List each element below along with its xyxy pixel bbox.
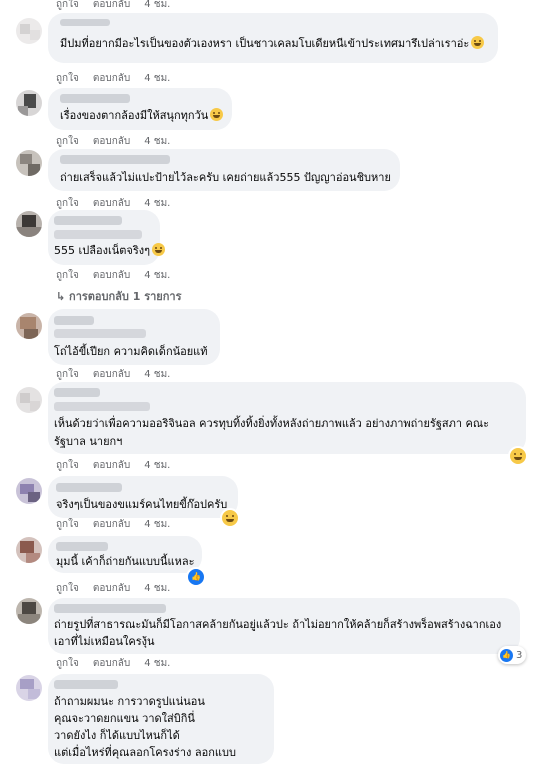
like-button[interactable]: ถูกใจ — [56, 136, 79, 147]
timestamp: 4 ชม. — [144, 519, 171, 530]
comment-bubble: มุมนี้ เค้าก็ถ่ายกันแบบนี้แหละ — [48, 536, 202, 573]
comment-text: 555 เปลืองเน็ตจริงๆ — [54, 242, 166, 260]
commenter-name-line2 — [54, 402, 150, 411]
comment-actions: ถูกใจ ตอบกลับ 4 ชม. — [56, 367, 170, 382]
commenter-name[interactable] — [60, 19, 110, 26]
avatar[interactable] — [16, 18, 42, 44]
comment-actions-top: ถูกใจ ตอบกลับ 4 ชม. — [56, 0, 170, 12]
comment-text: เอาที่ไม่เหมือนใครงุ้น — [54, 635, 155, 648]
comment-text: ถ้าถามผมนะ การวาดรูปแน่นอน — [54, 695, 205, 708]
avatar[interactable] — [16, 598, 42, 624]
avatar[interactable] — [16, 675, 42, 701]
comment-text: แต่เมื่อไหร่ที่คุณลอกโครงร่าง ลอกแบบ — [54, 746, 236, 759]
comment-bubble: มีปมที่อยากมีอะไรเป็นของตัวเองหรา เป็นชา… — [48, 13, 498, 63]
comment-bubble: เรื่องของตากล้องมีให้สนุกทุกวัน — [48, 88, 232, 130]
comment-text: มีปมที่อยากมีอะไรเป็นของตัวเองหรา เป็นชา… — [60, 35, 485, 53]
reply-button[interactable]: ตอบกลับ — [93, 73, 130, 84]
timestamp: 4 ชม. — [144, 198, 171, 209]
like-button[interactable]: ถูกใจ — [56, 583, 79, 594]
commenter-name[interactable] — [54, 216, 122, 225]
avatar[interactable] — [16, 478, 42, 504]
comment-bubble: ถ้าถามผมนะ การวาดรูปแน่นอน คุณจะวาดยกแขน… — [48, 674, 274, 764]
reaction-count: 3 — [516, 649, 523, 661]
comment-bubble: โถ่ไอ้ขี้เปียก ความคิดเด็กน้อยแท้ — [48, 309, 220, 365]
comment-text: รัฐบาล นายกฯ — [54, 435, 123, 448]
like-button[interactable]: ถูกใจ — [56, 270, 79, 281]
comment-text: เห็นด้วยว่าเพื่อความออริจินอล ควรทุบทิ้ง… — [54, 417, 489, 430]
comment-text: ถ่ายรูปที่สาธารณะมันก็มีโอกาสคล้ายกันอยู… — [54, 618, 502, 631]
reply-button[interactable]: ตอบกลับ — [93, 460, 130, 471]
reply-button[interactable]: ตอบกลับ — [93, 519, 130, 530]
comment-text: เรื่องของตากล้องมีให้สนุกทุกวัน — [60, 107, 224, 125]
reply-button[interactable]: ตอบกลับ — [93, 0, 130, 10]
avatar[interactable] — [16, 537, 42, 563]
commenter-name[interactable] — [56, 483, 122, 492]
comment-actions: ถูกใจ ตอบกลับ 4 ชม. — [56, 71, 170, 86]
commenter-name[interactable] — [54, 604, 166, 613]
reaction-count-badge[interactable]: 3 — [498, 646, 527, 664]
laughing-emoji-icon — [152, 243, 166, 256]
reply-button[interactable]: ตอบกลับ — [93, 658, 130, 669]
laughing-reaction-icon[interactable] — [220, 508, 240, 528]
comment-bubble: ถ่ายรูปที่สาธารณะมันก็มีโอกาสคล้ายกันอยู… — [48, 598, 520, 654]
grin-emoji-icon — [471, 36, 485, 49]
like-button[interactable]: ถูกใจ — [56, 460, 79, 471]
reply-button[interactable]: ตอบกลับ — [93, 583, 130, 594]
timestamp: 4 ชม. — [144, 369, 171, 380]
commenter-name[interactable] — [54, 680, 118, 689]
laughing-reaction-icon[interactable] — [508, 446, 528, 466]
timestamp: 4 ชม. — [144, 583, 171, 594]
timestamp: 4 ชม. — [144, 0, 171, 10]
comment-actions: ถูกใจ ตอบกลับ 4 ชม. — [56, 458, 170, 473]
comment-actions: ถูกใจ ตอบกลับ 4 ชม. — [56, 517, 170, 532]
commenter-name-line2 — [54, 329, 146, 338]
like-button[interactable]: ถูกใจ — [56, 369, 79, 380]
timestamp: 4 ชม. — [144, 658, 171, 669]
avatar[interactable] — [16, 90, 42, 116]
commenter-name[interactable] — [56, 542, 108, 551]
like-button[interactable]: ถูกใจ — [56, 198, 79, 209]
comment-actions: ถูกใจ ตอบกลับ 4 ชม. — [56, 656, 170, 671]
comment-bubble: 555 เปลืองเน็ตจริงๆ — [48, 210, 166, 265]
comment-text: โถ่ไอ้ขี้เปียก ความคิดเด็กน้อยแท้ — [54, 345, 208, 358]
commenter-name[interactable] — [60, 155, 170, 164]
avatar[interactable] — [16, 150, 42, 176]
view-replies-link[interactable]: ↳ การตอบกลับ 1 รายการ — [56, 287, 182, 305]
commenter-name[interactable] — [60, 94, 130, 103]
like-button[interactable]: ถูกใจ — [56, 73, 79, 84]
comment-bubble: ถ่ายเสร็จแล้วไม่แปะป้ายไว้ละครับ เคยถ่าย… — [48, 149, 400, 191]
comment-text: คุณจะวาดยกแขน วาดใส่บิกินี่ — [54, 712, 195, 725]
timestamp: 4 ชม. — [144, 270, 171, 281]
comment-text: จริงๆเป็นของขแมร์คนไทยขี้ก๊อปครับ — [56, 498, 228, 511]
reply-button[interactable]: ตอบกลับ — [93, 198, 130, 209]
like-button[interactable]: ถูกใจ — [56, 0, 79, 10]
reply-arrow-icon: ↳ — [56, 290, 70, 303]
like-reaction-icon[interactable] — [186, 567, 206, 587]
timestamp: 4 ชม. — [144, 73, 171, 84]
comment-actions: ถูกใจ ตอบกลับ 4 ชม. — [56, 134, 170, 149]
avatar[interactable] — [16, 211, 42, 237]
commenter-name[interactable] — [54, 316, 94, 325]
like-icon — [500, 648, 513, 662]
comment-actions: ถูกใจ ตอบกลับ 4 ชม. — [56, 268, 170, 283]
comment-text: มุมนี้ เค้าก็ถ่ายกันแบบนี้แหละ — [56, 555, 195, 568]
comment-bubble: จริงๆเป็นของขแมร์คนไทยขี้ก๊อปครับ — [48, 476, 238, 518]
avatar[interactable] — [16, 313, 42, 339]
like-button[interactable]: ถูกใจ — [56, 658, 79, 669]
comment-actions: ถูกใจ ตอบกลับ 4 ชม. — [56, 196, 170, 211]
comment-text: วาดยังไง ก็ได้แบบไหนก็ได้ — [54, 729, 180, 742]
comment-bubble: เห็นด้วยว่าเพื่อความออริจินอล ควรทุบทิ้ง… — [48, 382, 526, 454]
reply-button[interactable]: ตอบกลับ — [93, 369, 130, 380]
timestamp: 4 ชม. — [144, 136, 171, 147]
commenter-name[interactable] — [54, 388, 100, 397]
timestamp: 4 ชม. — [144, 460, 171, 471]
reply-button[interactable]: ตอบกลับ — [93, 270, 130, 281]
comment-actions: ถูกใจ ตอบกลับ 4 ชม. — [56, 581, 170, 596]
avatar[interactable] — [16, 387, 42, 413]
comment-text: ถ่ายเสร็จแล้วไม่แปะป้ายไว้ละครับ เคยถ่าย… — [60, 171, 391, 184]
reply-button[interactable]: ตอบกลับ — [93, 136, 130, 147]
like-button[interactable]: ถูกใจ — [56, 519, 79, 530]
commenter-name-line2 — [54, 230, 142, 239]
laughing-emoji-icon — [210, 108, 224, 121]
